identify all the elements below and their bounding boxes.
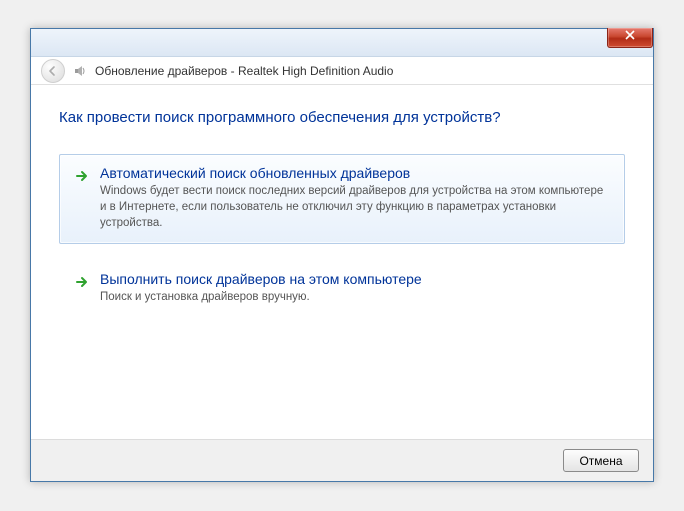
option-description: Поиск и установка драйверов вручную. [100, 289, 610, 305]
nav-row: Обновление драйверов - Realtek High Defi… [31, 57, 653, 85]
arrow-right-icon [74, 168, 90, 184]
window-title: Обновление драйверов - Realtek High Defi… [95, 64, 393, 78]
option-text: Выполнить поиск драйверов на этом компью… [100, 271, 610, 305]
option-title: Выполнить поиск драйверов на этом компью… [100, 271, 610, 287]
close-icon [625, 30, 635, 40]
wizard-window: Обновление драйверов - Realtek High Defi… [30, 28, 654, 482]
cancel-button[interactable]: Отмена [563, 449, 639, 472]
back-button[interactable] [41, 59, 65, 83]
option-text: Автоматический поиск обновленных драйвер… [100, 165, 610, 231]
option-title: Автоматический поиск обновленных драйвер… [100, 165, 610, 181]
content-area: Как провести поиск программного обеспече… [31, 85, 653, 318]
page-heading: Как провести поиск программного обеспече… [59, 109, 625, 126]
titlebar [31, 29, 653, 57]
close-button[interactable] [607, 28, 653, 48]
footer: Отмена [31, 439, 653, 481]
option-auto-search[interactable]: Автоматический поиск обновленных драйвер… [59, 154, 625, 244]
back-arrow-icon [47, 65, 59, 77]
arrow-right-icon [74, 274, 90, 290]
option-browse-computer[interactable]: Выполнить поиск драйверов на этом компью… [59, 260, 625, 318]
speaker-icon [73, 64, 87, 78]
option-description: Windows будет вести поиск последних верс… [100, 183, 610, 231]
